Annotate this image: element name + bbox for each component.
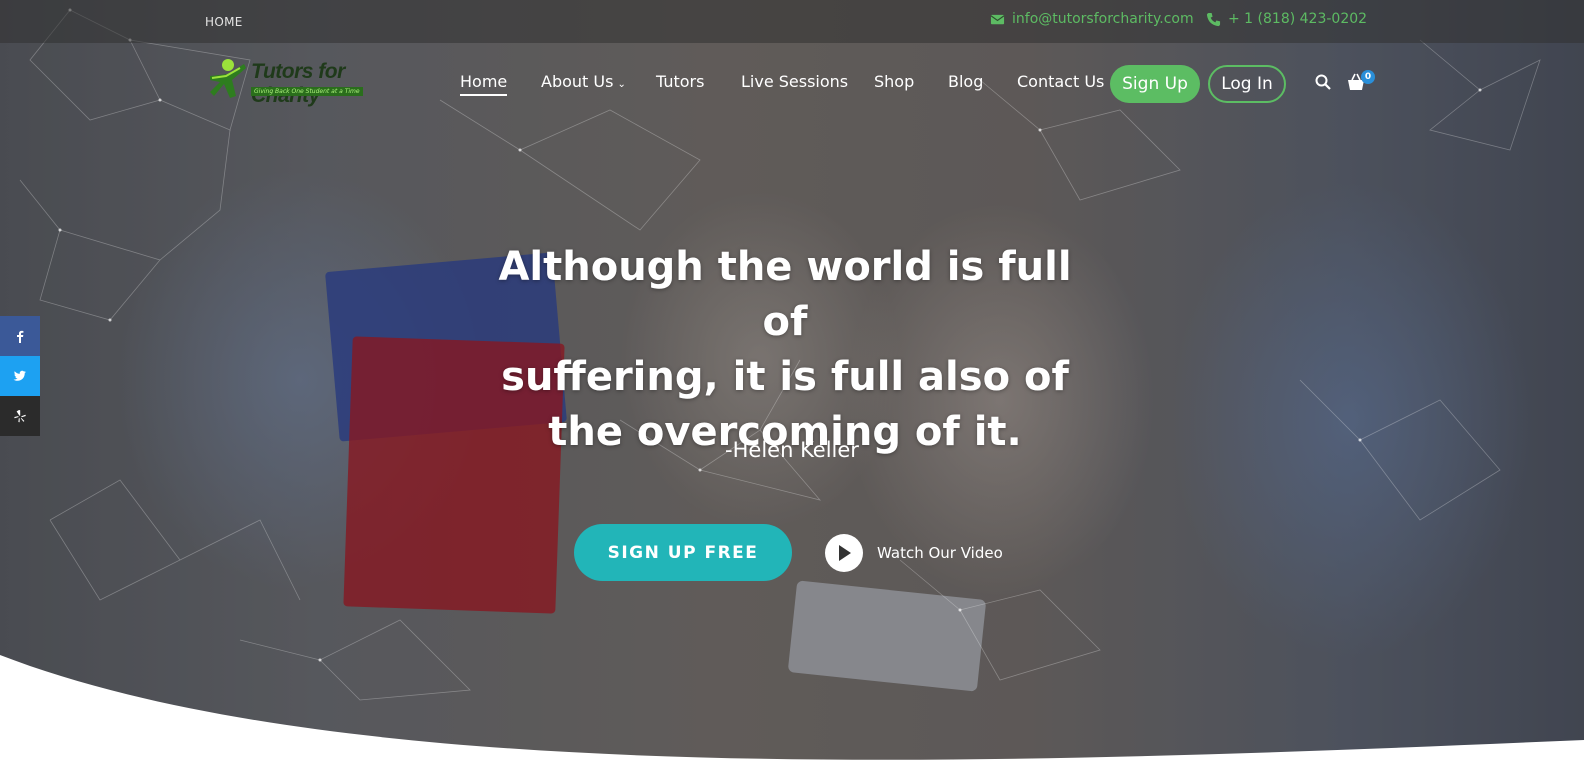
twitter-icon	[13, 370, 26, 381]
login-button[interactable]: Log In	[1208, 65, 1286, 103]
twitter-share-button[interactable]	[0, 356, 40, 396]
nav-item-home[interactable]: Home	[460, 72, 508, 96]
bottom-curve-divider	[0, 655, 1584, 760]
hero-quote: Although the world is full of suffering,…	[470, 240, 1100, 460]
chevron-down-icon: ⌄	[617, 79, 626, 90]
site-logo[interactable]: Tutors for Charity Giving Back One Stude…	[206, 56, 366, 107]
yelp-share-button[interactable]	[0, 396, 40, 436]
phone-link[interactable]: + 1 (818) 423-0202	[1228, 11, 1367, 27]
cart-count-badge: 0	[1361, 70, 1375, 84]
quote-author: -Helen Keller	[725, 438, 859, 462]
logo-tagline: Giving Back One Student at a Time	[251, 87, 363, 96]
facebook-icon	[17, 330, 24, 343]
nav-item-blog[interactable]: Blog	[948, 72, 983, 91]
facebook-share-button[interactable]	[0, 316, 40, 356]
nav-item-shop[interactable]: Shop	[874, 72, 914, 91]
phone-icon	[1206, 12, 1221, 26]
yelp-icon	[14, 410, 26, 423]
search-icon[interactable]	[1314, 73, 1332, 91]
nav-item-tutors[interactable]: Tutors	[656, 72, 704, 91]
nav-item-live-sessions[interactable]: Live Sessions	[741, 72, 848, 91]
signup-button[interactable]: Sign Up	[1110, 65, 1200, 103]
running-figure-icon	[210, 59, 246, 98]
email-link[interactable]: info@tutorsforcharity.com	[1012, 11, 1194, 27]
hero-quote-line: Although the world is full of	[498, 244, 1072, 345]
nav-item-contact-us[interactable]: Contact Us	[1017, 72, 1104, 91]
top-contact-bar: HOME info@tutorsforcharity.com + 1 (818)…	[0, 0, 1584, 43]
nav-item-label: About Us	[541, 72, 614, 91]
envelope-icon	[990, 14, 1005, 24]
logo-title: Tutors for Charity	[251, 60, 345, 107]
hero-quote-line: suffering, it is full also of	[501, 354, 1069, 400]
breadcrumb[interactable]: HOME	[205, 15, 243, 29]
nav-item-about-us[interactable]: About Us ⌄	[541, 72, 626, 91]
phone-contact[interactable]: + 1 (818) 423-0202	[1206, 11, 1367, 27]
email-contact[interactable]: info@tutorsforcharity.com	[990, 11, 1194, 27]
